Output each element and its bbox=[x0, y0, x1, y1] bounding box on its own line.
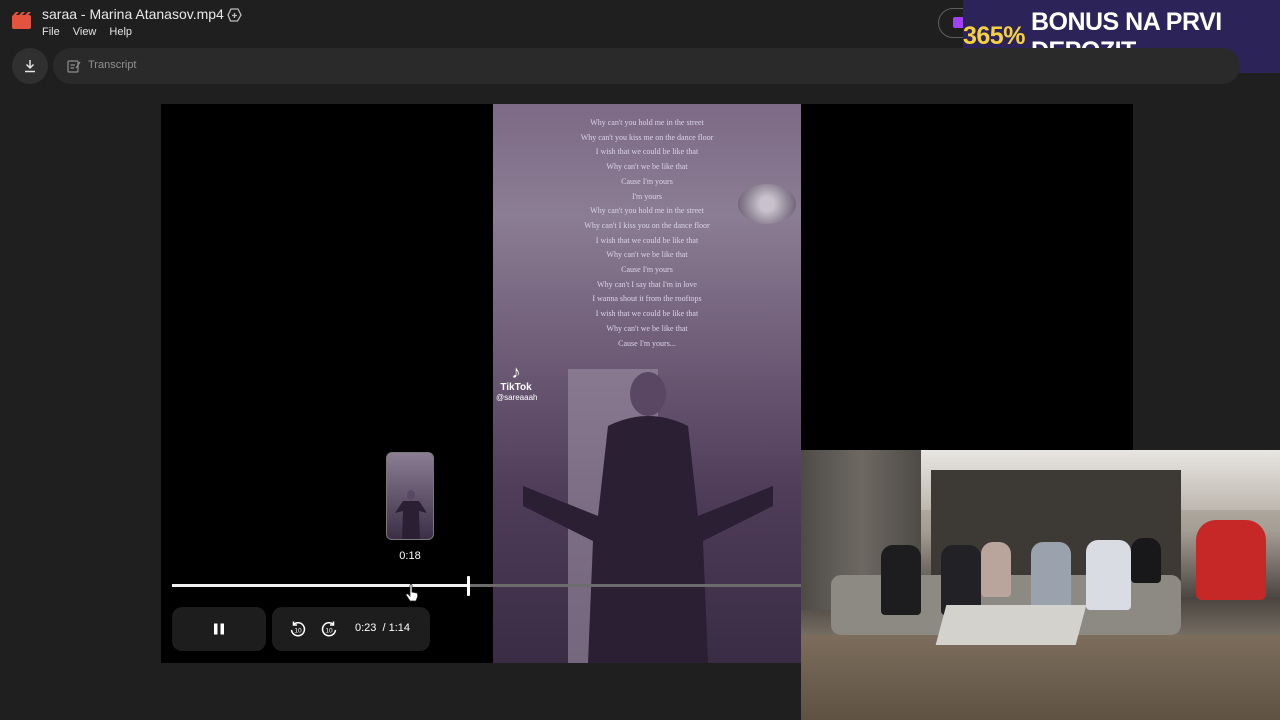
preview-person bbox=[395, 490, 427, 539]
lyric-line: I wish that we could be like that bbox=[595, 147, 699, 157]
transcript-label: Transcript bbox=[88, 59, 137, 71]
webcam-person bbox=[881, 545, 921, 615]
rewind-10-icon[interactable]: 10 bbox=[289, 620, 307, 638]
lyric-line: I wish that we could be like that bbox=[595, 235, 699, 245]
download-button[interactable] bbox=[12, 48, 48, 84]
current-time: 0:23 bbox=[355, 622, 377, 634]
download-icon bbox=[25, 60, 35, 73]
tiktok-handle: @sareaaah bbox=[496, 393, 538, 402]
webcam-floor bbox=[801, 635, 1280, 720]
webcam-person-red bbox=[1196, 520, 1266, 600]
tiktok-icon: ♪ bbox=[511, 362, 521, 382]
lyric-line: I wanna shout it from the rooftops bbox=[592, 294, 702, 304]
lyric-line: Cause I'm yours bbox=[621, 176, 673, 186]
lyric-line: I wish that we could be like that bbox=[595, 309, 699, 319]
toolbar: Transcript bbox=[0, 46, 1280, 86]
tiktok-watermark: ♪ TikTok @sareaaah bbox=[496, 362, 538, 402]
menu-bar: File View Help bbox=[42, 26, 132, 38]
lyric-line: Why can't we be like that bbox=[606, 162, 688, 172]
webcam-person bbox=[1086, 540, 1131, 610]
lyric-line: Why can't we be like that bbox=[606, 250, 688, 260]
seek-preview-thumbnail bbox=[386, 452, 434, 540]
lyric-line: Why can't you hold me in the street bbox=[590, 118, 704, 127]
lyric-line: Why can't I say that I'm in love bbox=[597, 279, 697, 289]
seek-bar-progress bbox=[172, 584, 467, 587]
forward-10-icon[interactable]: 10 bbox=[320, 620, 338, 638]
file-title: saraa - Marina Atanasov.mp4 bbox=[42, 6, 224, 22]
hand-cursor-icon bbox=[405, 584, 419, 602]
menu-view[interactable]: View bbox=[73, 26, 97, 38]
add-to-drive-icon[interactable] bbox=[227, 7, 242, 22]
webcam-person bbox=[1131, 538, 1161, 583]
webcam-overlay bbox=[801, 450, 1280, 720]
svg-text:10: 10 bbox=[325, 628, 333, 635]
video-person bbox=[523, 372, 773, 663]
duration: / 1:14 bbox=[382, 622, 411, 634]
menu-file[interactable]: File bbox=[42, 26, 60, 38]
lyric-line: Why can't I kiss you on the dance floor bbox=[584, 220, 710, 230]
lyric-line: Why can't you hold me in the street bbox=[590, 206, 704, 216]
tiktok-name: TikTok bbox=[500, 382, 532, 393]
svg-text:10: 10 bbox=[294, 628, 302, 635]
transcript-button[interactable]: Transcript bbox=[53, 48, 1240, 84]
lyric-line: Why can't you kiss me on the dance floor bbox=[580, 132, 714, 142]
video-frame: Why can't you hold me in the street Why … bbox=[493, 104, 801, 663]
menu-help[interactable]: Help bbox=[109, 26, 132, 38]
time-display: 0:23 / 1:14 bbox=[355, 622, 410, 634]
transcript-icon bbox=[67, 60, 81, 73]
webcam-person bbox=[981, 542, 1011, 597]
video-file-icon bbox=[12, 12, 31, 29]
pause-icon bbox=[214, 623, 224, 635]
lyric-line: Why can't we be like that bbox=[606, 323, 688, 333]
webcam-table bbox=[935, 605, 1087, 645]
lyric-line: Cause I'm yours... bbox=[618, 338, 676, 348]
webcam-person bbox=[1031, 542, 1071, 612]
video-lyrics: Why can't you hold me in the street Why … bbox=[493, 116, 801, 351]
lyric-line: Cause I'm yours bbox=[621, 265, 673, 275]
pause-button[interactable] bbox=[172, 607, 266, 651]
playback-controls: 10 10 0:23 / 1:14 bbox=[272, 607, 430, 651]
seek-preview-time: 0:18 bbox=[399, 550, 421, 562]
seek-handle[interactable] bbox=[467, 576, 470, 596]
lyric-line: I'm yours bbox=[631, 191, 663, 201]
